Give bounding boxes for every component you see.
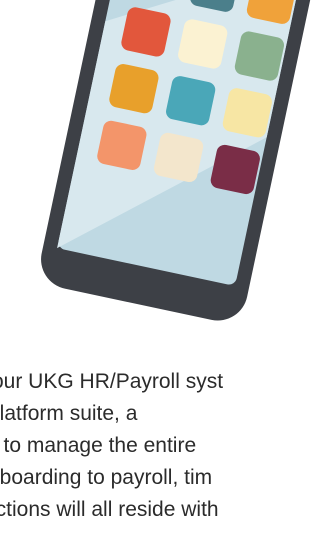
body-text-line-2: platform suite, a (0, 402, 138, 425)
body-text-line-5: nctions will all reside with (0, 498, 219, 521)
body-text-line-3: d to manage the entire (0, 434, 197, 457)
body-text-line-4: nboarding to payroll, tim (0, 466, 213, 489)
app-icon-plum (210, 144, 260, 195)
page: our UKG HR/Payroll syst platform suite, … (0, 0, 324, 556)
app-icon-teal (166, 76, 216, 126)
app-icon-sage (234, 31, 285, 81)
app-icon-beige (153, 132, 204, 183)
app-icon-peach (97, 120, 147, 170)
phone-illustration (41, 0, 324, 321)
app-icon-red (121, 7, 171, 57)
body-text-line-1: our UKG HR/Payroll syst (0, 370, 224, 393)
app-icon-cream-2 (178, 19, 228, 69)
app-icon-yellow (222, 88, 272, 138)
app-icon-amber (109, 64, 159, 114)
body-text: our UKG HR/Payroll syst platform suite, … (0, 366, 324, 556)
